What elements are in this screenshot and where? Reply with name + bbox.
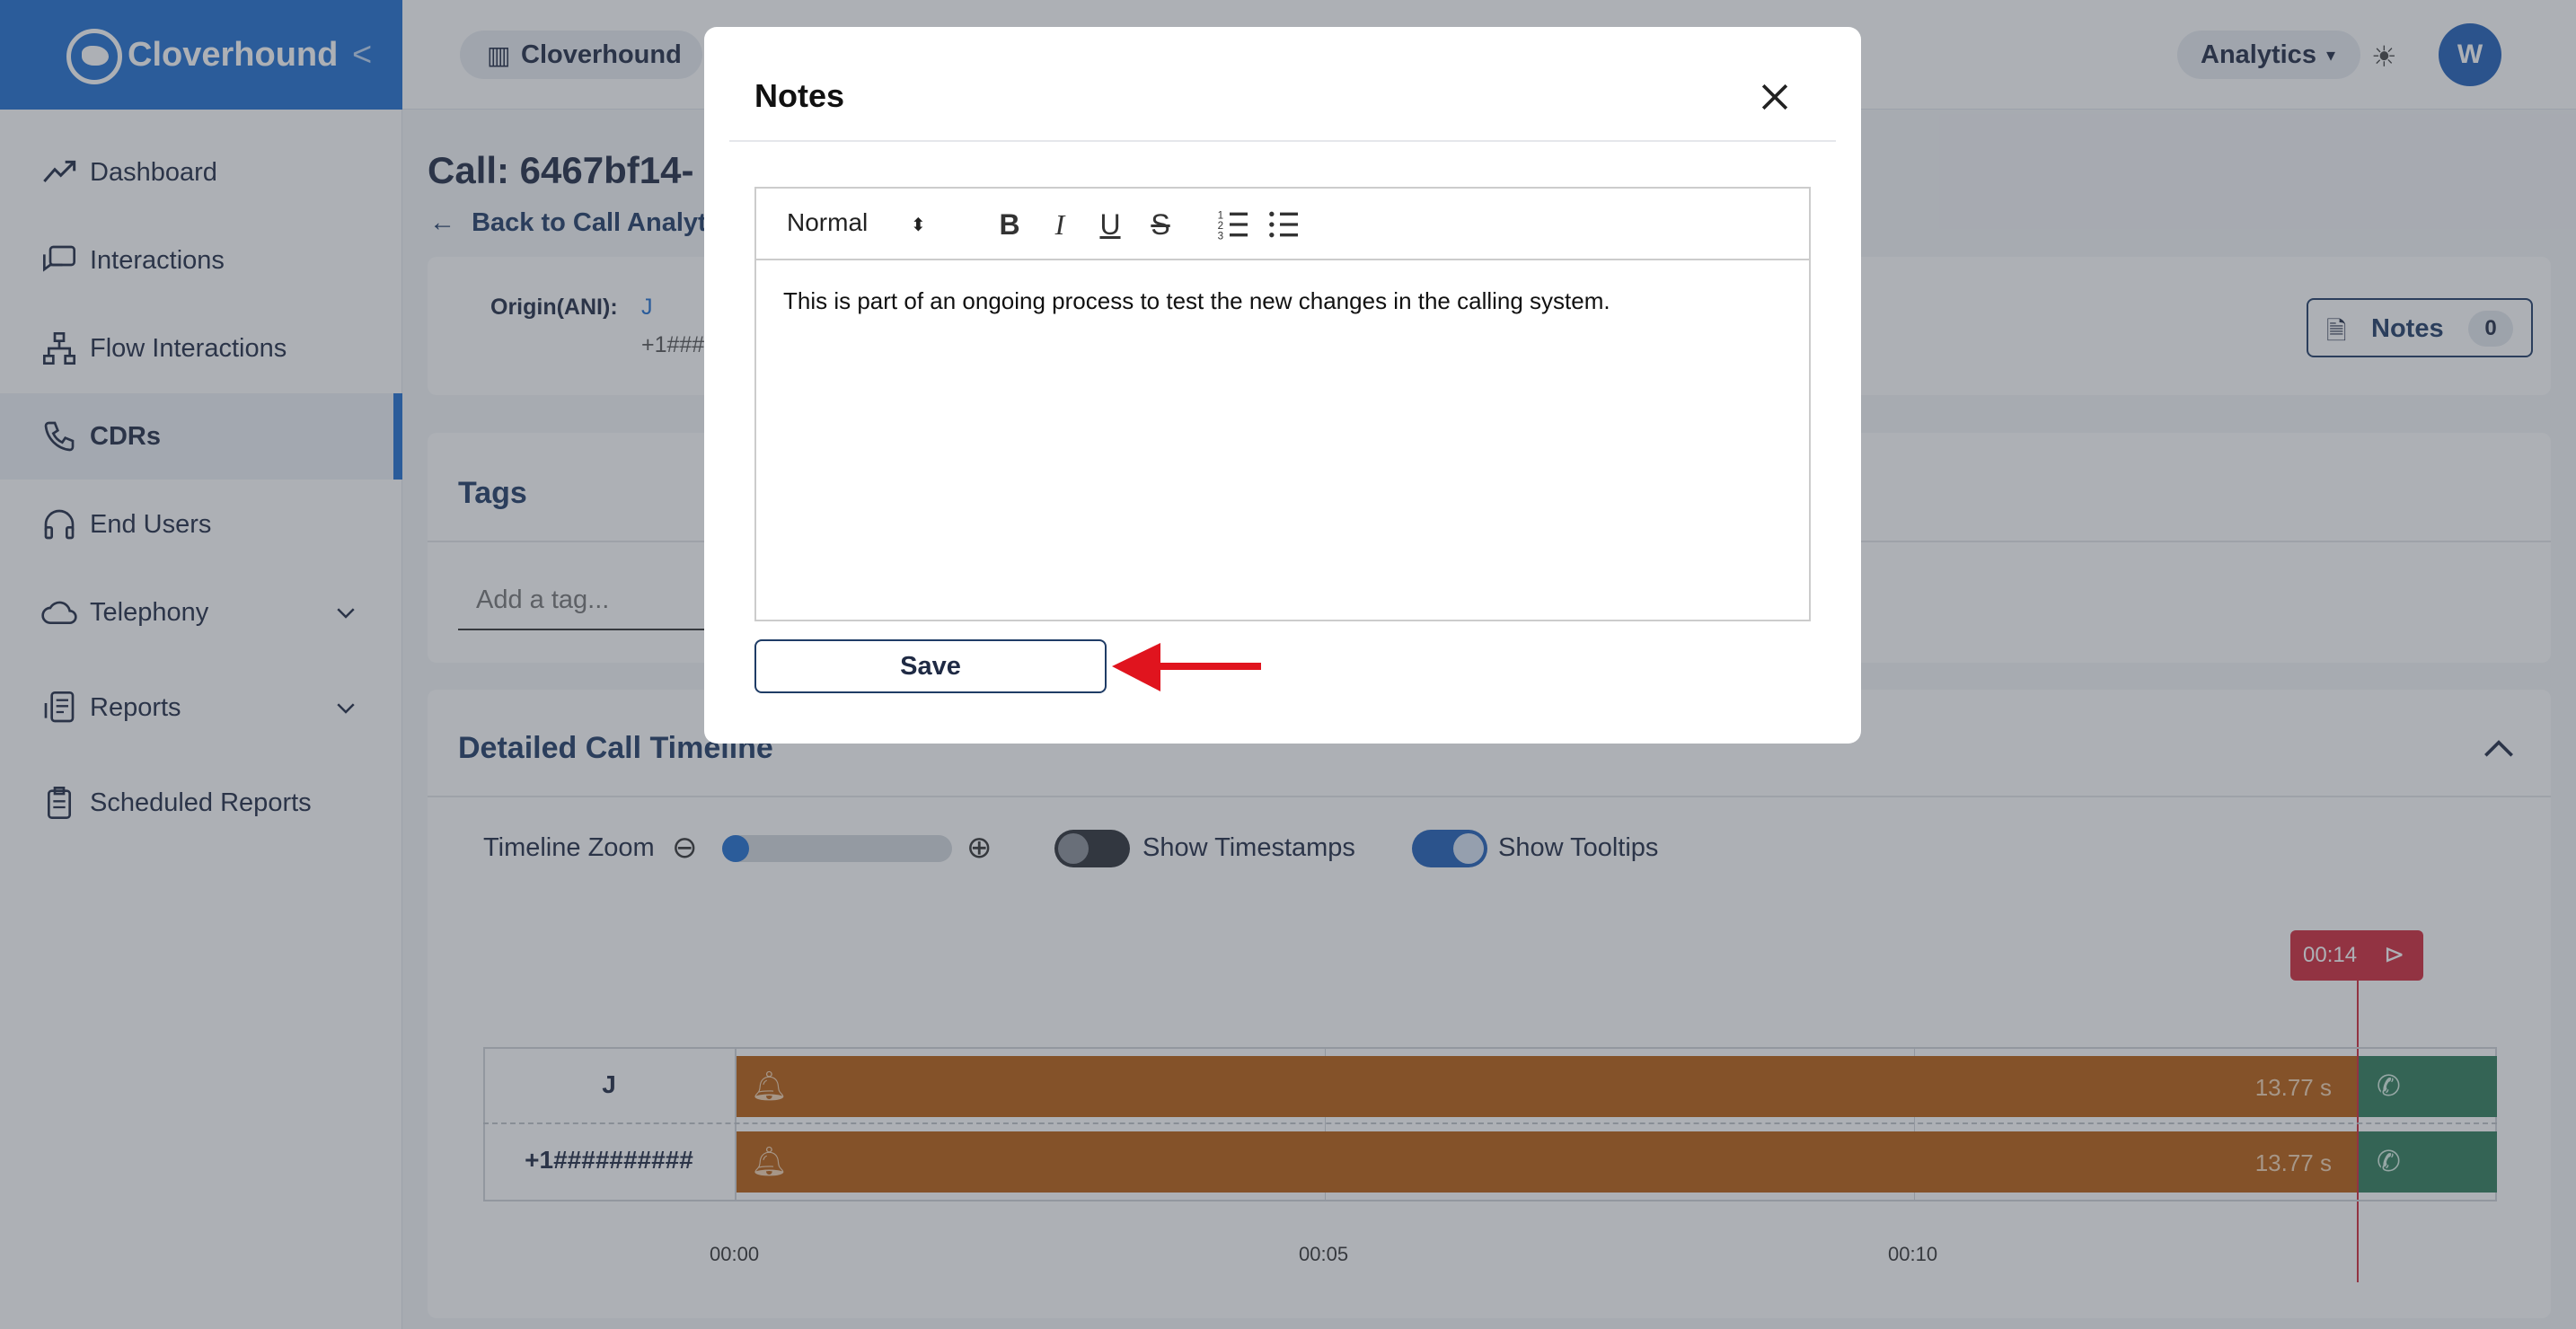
notes-text-area[interactable]: This is part of an ongoing process to te… [783,287,1610,315]
bold-icon[interactable]: B [992,207,1028,242]
divider [729,140,1836,142]
italic-icon[interactable]: I [1042,207,1078,242]
notes-editor: Normal ⬍ B I U S 123 This is part of an … [754,187,1811,621]
save-button[interactable]: Save [754,639,1107,693]
close-icon[interactable] [1755,77,1795,117]
underline-icon[interactable]: U [1092,207,1128,242]
format-select-value: Normal [787,208,869,236]
editor-toolbar: Normal ⬍ B I U S 123 [756,189,1809,260]
ordered-list-icon[interactable]: 123 [1216,207,1252,242]
modal-title: Notes [754,77,845,114]
strikethrough-icon[interactable]: S [1142,207,1178,242]
bullet-list-icon[interactable] [1266,207,1302,242]
svg-text:3: 3 [1218,231,1223,242]
select-arrows-icon: ⬍ [911,216,926,235]
notes-modal: Notes Normal ⬍ B I U S 123 This is part … [704,27,1861,744]
annotation-arrow-icon [1112,643,1261,691]
format-select[interactable]: Normal ⬍ [787,208,926,237]
